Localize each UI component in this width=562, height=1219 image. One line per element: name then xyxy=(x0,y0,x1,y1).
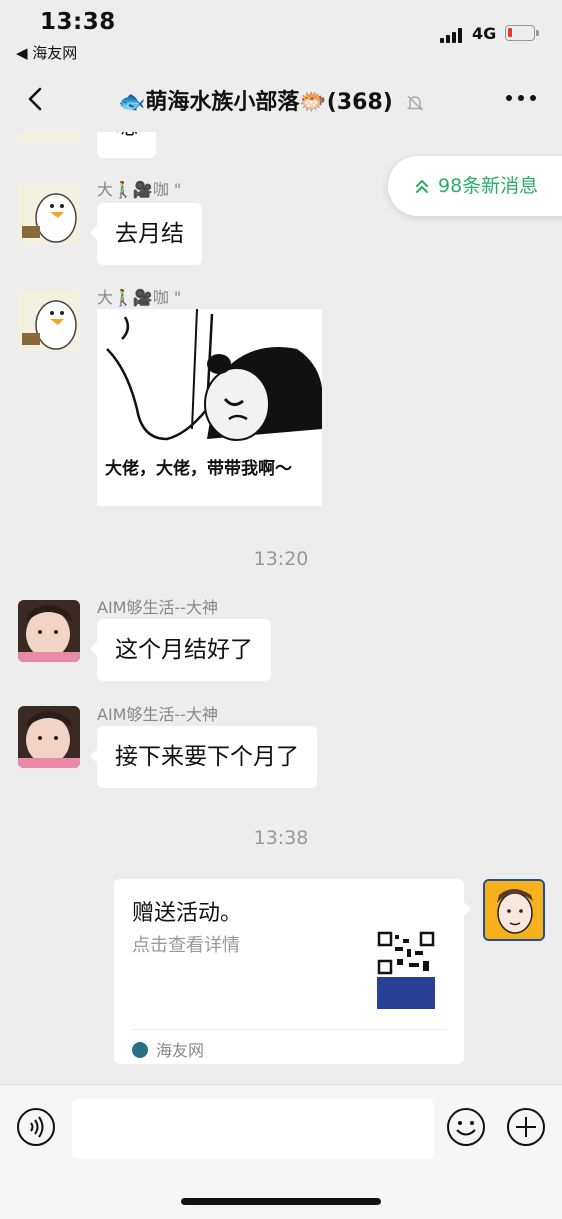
emoji-icon[interactable] xyxy=(446,1107,486,1147)
avatar[interactable] xyxy=(18,600,80,662)
group-name: 🐟萌海水族小部落🐡(368) xyxy=(118,90,393,115)
avatar[interactable] xyxy=(18,706,80,768)
card-title: 赠送活动。 xyxy=(132,901,243,926)
message-bubble[interactable]: 这个月结好了 xyxy=(90,619,271,681)
new-messages-button[interactable]: 98条新消息 xyxy=(388,156,562,216)
sender-name: 大🚶‍♂️🎥咖 " xyxy=(97,288,182,307)
timestamp: 13:20 xyxy=(253,548,309,570)
message-bubble[interactable]: 去月结 xyxy=(90,203,202,265)
link-card-message[interactable]: 赠送活动。 点击查看详情 海友网 xyxy=(114,879,471,1064)
baby-avatar-image xyxy=(18,706,80,768)
home-indicator[interactable] xyxy=(181,1198,381,1205)
plus-icon[interactable] xyxy=(506,1107,546,1147)
status-bar: 13:38 ◀ 海友网 4G xyxy=(0,0,562,70)
back-icon[interactable] xyxy=(22,84,52,114)
card-description: 点击查看详情 xyxy=(132,935,240,956)
sender-name: AIM够生活--大神 xyxy=(97,598,219,617)
message-bubble[interactable]: 接下来要下个月了 xyxy=(90,726,317,788)
sender-name: AIM够生活--大神 xyxy=(97,705,219,724)
baby-avatar-image xyxy=(18,600,80,662)
qr-code-thumbnail xyxy=(377,931,435,975)
sticker-caption: 大佬，大佬，带带我啊～ xyxy=(105,459,292,479)
message-input[interactable] xyxy=(72,1099,434,1159)
chat-title: 🐟萌海水族小部落🐡(368) xyxy=(118,84,425,116)
card-source-name: 海友网 xyxy=(156,1041,205,1060)
source-logo-icon xyxy=(132,1042,148,1058)
voice-input-icon[interactable] xyxy=(16,1107,56,1147)
battery-icon xyxy=(505,25,539,41)
timestamp: 13:38 xyxy=(253,827,309,849)
avatar[interactable] xyxy=(18,182,80,244)
sender-name: 大🚶‍♂️🎥咖 " xyxy=(97,180,182,199)
back-to-app-link[interactable]: ◀ 海友网 xyxy=(16,42,77,63)
card-source: 海友网 xyxy=(132,1037,204,1061)
avatar[interactable] xyxy=(18,289,80,351)
duck-avatar-image xyxy=(18,182,80,244)
message-bubble[interactable]: 嗯 xyxy=(90,132,156,158)
aquarium-thumbnail xyxy=(377,977,435,1009)
duck-avatar-image xyxy=(18,289,80,351)
message-list[interactable]: 嗯 98条新消息 大🚶‍♂️🎥咖 " 去月结 大🚶‍♂️🎥咖 " xyxy=(0,132,562,1084)
double-chevron-up-icon xyxy=(416,180,428,193)
network-type: 4G xyxy=(472,24,497,43)
card-divider xyxy=(132,1029,446,1030)
avatar[interactable] xyxy=(18,132,80,144)
my-avatar[interactable] xyxy=(483,879,545,941)
sticker-message[interactable]: 大佬，大佬，带带我啊～ xyxy=(97,309,322,506)
chat-header: 🐟萌海水族小部落🐡(368) xyxy=(0,70,562,132)
signal-icon xyxy=(440,27,468,43)
status-time: 13:38 xyxy=(40,9,116,35)
cartoon-face-avatar-image xyxy=(485,881,543,939)
new-messages-label: 98条新消息 xyxy=(438,175,539,197)
more-options-icon[interactable] xyxy=(506,95,536,103)
mute-bell-icon xyxy=(406,95,423,111)
